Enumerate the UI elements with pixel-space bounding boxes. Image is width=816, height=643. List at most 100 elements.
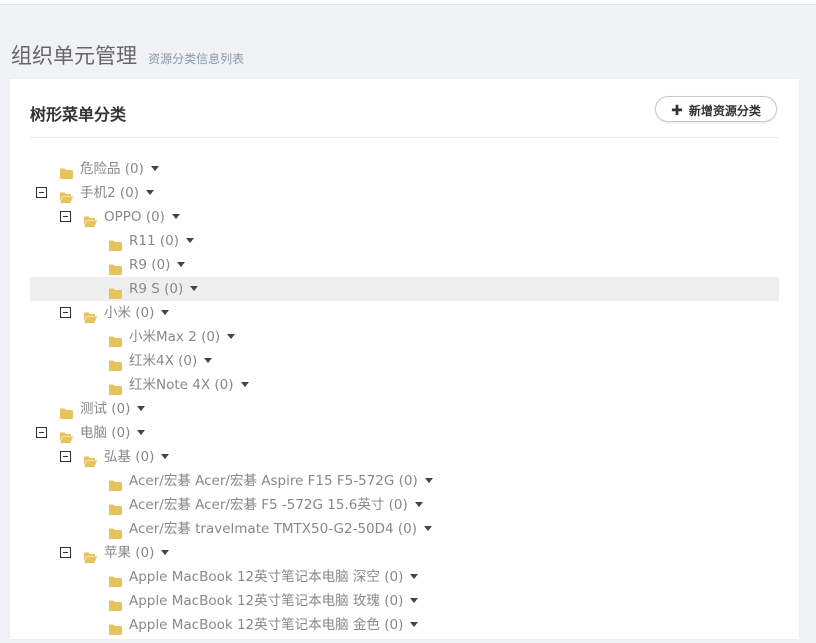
caret-down-icon[interactable] (171, 213, 180, 219)
tree-node[interactable]: R9 S (0) (30, 277, 779, 301)
plus-icon: ✚ (671, 103, 683, 119)
tree-node-label[interactable]: OPPO (0) (104, 205, 180, 229)
tree-node-label[interactable]: 苹果 (0) (104, 541, 170, 565)
caret-down-icon[interactable] (185, 237, 194, 243)
page-subtitle: 资源分类信息列表 (148, 52, 245, 66)
tree-node-label[interactable]: Apple MacBook 12英寸笔记本电脑 金色 (0) (129, 613, 419, 637)
folder-open-icon (84, 547, 97, 563)
tree-node-text: 电脑 (0) (80, 425, 131, 441)
tree-node-text: Apple MacBook 12英寸笔记本电脑 金色 (0) (129, 617, 404, 633)
folder-icon (109, 499, 122, 515)
tree-node[interactable]: Acer/宏碁 Acer/宏碁 F5 -572G 15.6英寸 (0) (30, 493, 779, 517)
add-button-label: 新增资源分类 (688, 104, 761, 118)
top-bar (0, 0, 816, 5)
caret-down-icon[interactable] (137, 405, 146, 411)
tree-node-label[interactable]: R9 (0) (129, 253, 186, 277)
caret-down-icon[interactable] (410, 621, 419, 627)
caret-down-icon[interactable] (227, 333, 236, 339)
tree-node[interactable]: Acer/宏碁 travelmate TMTX50-G2-50D4 (0) (30, 517, 779, 541)
folder-open-icon (84, 451, 97, 467)
tree-node[interactable]: 弘基 (0) (30, 445, 779, 469)
folder-icon (60, 163, 73, 179)
collapse-toggle-icon[interactable] (60, 547, 71, 558)
tree-node-label[interactable]: 电脑 (0) (80, 421, 146, 445)
collapse-toggle-icon[interactable] (60, 211, 71, 222)
caret-down-icon[interactable] (161, 309, 170, 315)
card-title: 树形菜单分类 (30, 105, 127, 124)
tree-node-label[interactable]: 小米 (0) (104, 301, 170, 325)
caret-down-icon[interactable] (161, 453, 170, 459)
tree-node[interactable]: Apple MacBook 12英寸笔记本电脑 深空 (0) (30, 565, 779, 589)
caret-down-icon[interactable] (177, 261, 186, 267)
tree-node-label[interactable]: Acer/宏碁 Acer/宏碁 Aspire F15 F5-572G (0) (129, 469, 433, 493)
tree-node[interactable]: Acer/宏碁 Acer/宏碁 Aspire F15 F5-572G (0) (30, 469, 779, 493)
tree-node-text: Apple MacBook 12英寸笔记本电脑 玫瑰 (0) (129, 593, 404, 609)
folder-icon (109, 571, 122, 587)
collapse-toggle-icon[interactable] (36, 427, 47, 438)
tree-node[interactable]: 手机2 (0) (30, 181, 779, 205)
tree-node-text: R9 S (0) (129, 281, 184, 297)
caret-down-icon[interactable] (410, 573, 419, 579)
tree-node-label[interactable]: 红米4X (0) (129, 349, 213, 373)
caret-down-icon[interactable] (424, 525, 433, 531)
tree-node-label[interactable]: R11 (0) (129, 229, 194, 253)
tree-node-text: 小米 (0) (104, 305, 155, 321)
folder-icon (109, 355, 122, 371)
tree-node-label[interactable]: 手机2 (0) (80, 181, 155, 205)
tree-node-label[interactable]: 危险品 (0) (80, 157, 159, 181)
tree-node[interactable]: R11 (0) (30, 229, 779, 253)
caret-down-icon[interactable] (146, 189, 155, 195)
caret-down-icon[interactable] (150, 165, 159, 171)
tree-node[interactable]: 小米 (0) (30, 301, 779, 325)
add-resource-category-button[interactable]: ✚ 新增资源分类 (655, 96, 777, 122)
tree-node-text: 小米Max 2 (0) (129, 329, 221, 345)
tree-node[interactable]: OPPO (0) (30, 205, 779, 229)
tree-node[interactable]: 测试 (0) (30, 397, 779, 421)
collapse-toggle-icon[interactable] (60, 451, 71, 462)
folder-open-icon (60, 187, 73, 203)
tree-node[interactable]: 红米4X (0) (30, 349, 779, 373)
tree-node[interactable]: Apple MacBook 12英寸笔记本电脑 玫瑰 (0) (30, 589, 779, 613)
caret-down-icon[interactable] (190, 285, 199, 291)
tree-node-label[interactable]: Acer/宏碁 travelmate TMTX50-G2-50D4 (0) (129, 517, 433, 541)
folder-icon (109, 523, 122, 539)
caret-down-icon[interactable] (137, 429, 146, 435)
tree-node-label[interactable]: 小米Max 2 (0) (129, 325, 236, 349)
folder-open-icon (60, 427, 73, 443)
tree-node-label[interactable]: 红米Note 4X (0) (129, 373, 249, 397)
folder-icon (109, 475, 122, 491)
page-title: 组织单元管理 资源分类信息列表 (11, 40, 244, 70)
tree-node[interactable]: 红米Note 4X (0) (30, 373, 779, 397)
tree-node-text: Acer/宏碁 travelmate TMTX50-G2-50D4 (0) (129, 521, 418, 537)
tree-node[interactable]: R9 (0) (30, 253, 779, 277)
tree-node-text: 红米4X (0) (129, 353, 198, 369)
tree-node[interactable]: 小米Max 2 (0) (30, 325, 779, 349)
tree-node-text: 红米Note 4X (0) (129, 377, 234, 393)
folder-icon (60, 403, 73, 419)
caret-down-icon[interactable] (424, 477, 433, 483)
category-tree: 危险品 (0) 手机2 (0) OPPO (0) R11 (0) R9 (0) R9 S … (30, 157, 779, 637)
tree-node-label[interactable]: Apple MacBook 12英寸笔记本电脑 玫瑰 (0) (129, 589, 419, 613)
tree-node[interactable]: 危险品 (0) (30, 157, 779, 181)
folder-icon (109, 259, 122, 275)
folder-icon (109, 379, 122, 395)
caret-down-icon[interactable] (410, 597, 419, 603)
tree-node-text: Acer/宏碁 Acer/宏碁 Aspire F15 F5-572G (0) (129, 473, 418, 489)
tree-node-label[interactable]: R9 S (0) (129, 277, 199, 301)
tree-node-text: 手机2 (0) (80, 185, 140, 201)
divider (30, 137, 779, 138)
caret-down-icon[interactable] (161, 549, 170, 555)
tree-node[interactable]: 苹果 (0) (30, 541, 779, 565)
collapse-toggle-icon[interactable] (36, 187, 47, 198)
caret-down-icon[interactable] (414, 501, 423, 507)
tree-node-label[interactable]: 测试 (0) (80, 397, 146, 421)
collapse-toggle-icon[interactable] (60, 307, 71, 318)
tree-node-label[interactable]: Apple MacBook 12英寸笔记本电脑 深空 (0) (129, 565, 419, 589)
tree-node[interactable]: 电脑 (0) (30, 421, 779, 445)
caret-down-icon[interactable] (240, 381, 249, 387)
tree-node-label[interactable]: 弘基 (0) (104, 445, 170, 469)
tree-node-label[interactable]: Acer/宏碁 Acer/宏碁 F5 -572G 15.6英寸 (0) (129, 493, 423, 517)
folder-icon (109, 619, 122, 635)
caret-down-icon[interactable] (204, 357, 213, 363)
tree-node[interactable]: Apple MacBook 12英寸笔记本电脑 金色 (0) (30, 613, 779, 637)
